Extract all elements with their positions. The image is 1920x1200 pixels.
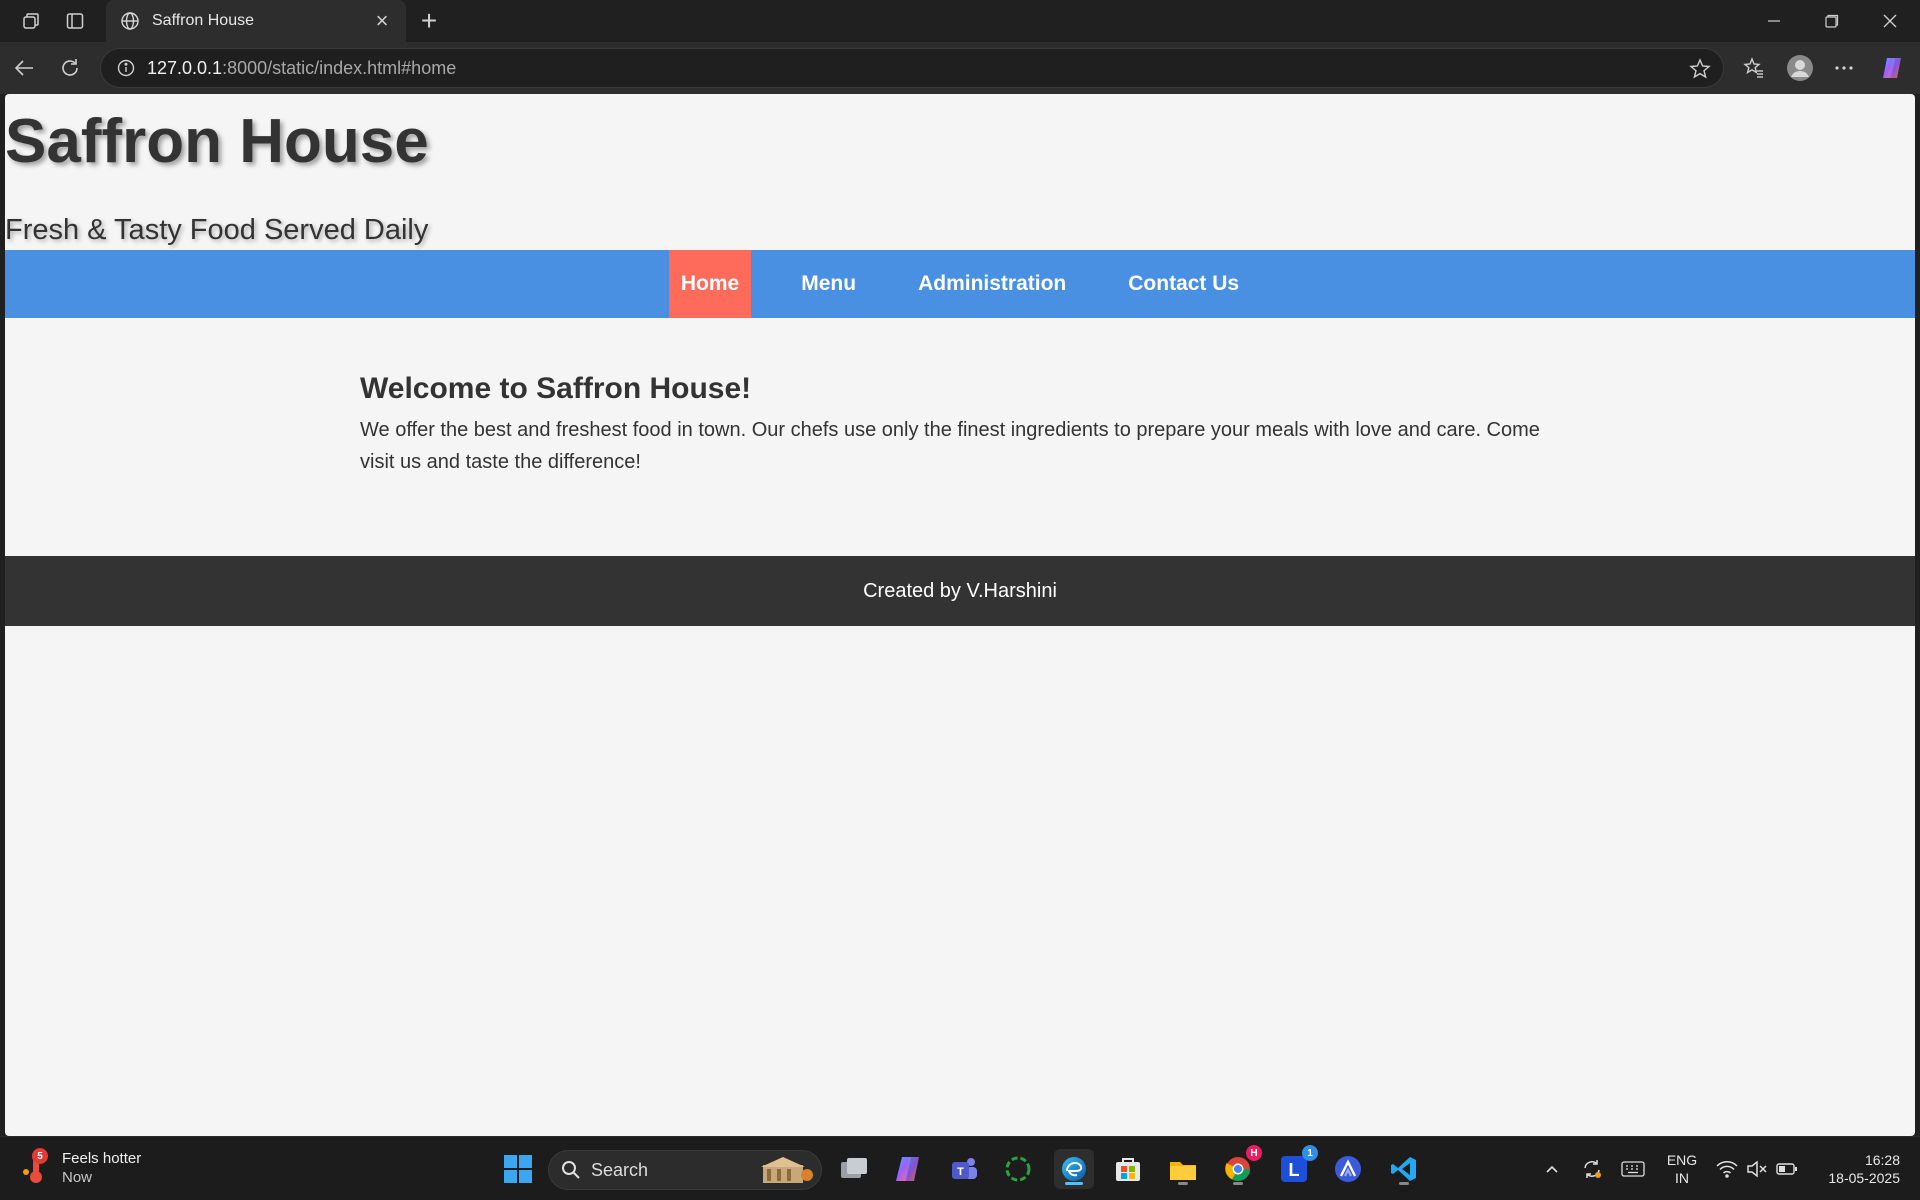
keyboard-icon[interactable] — [1618, 1149, 1648, 1189]
chrome-icon[interactable]: H — [1218, 1145, 1262, 1189]
weather-widget[interactable]: 5 Feels hotter Now — [22, 1148, 142, 1187]
input-language[interactable]: ENG IN — [1660, 1151, 1704, 1187]
start-windows-icon[interactable] — [498, 1149, 538, 1189]
footer-credit: Created by V.Harshini — [863, 579, 1057, 602]
copilot-app-icon[interactable] — [888, 1149, 928, 1189]
site-header: Saffron House Fresh & Tasty Food Served … — [5, 94, 1915, 247]
battery-icon[interactable] — [1774, 1149, 1800, 1189]
search-placeholder: Search — [591, 1159, 649, 1180]
globe-icon — [118, 9, 142, 33]
loading-ring-app-icon[interactable] — [998, 1149, 1038, 1189]
close-tab-icon[interactable]: × — [370, 8, 394, 34]
workspaces-icon[interactable] — [14, 6, 48, 36]
clock-time: 16:28 — [1864, 1152, 1900, 1168]
teams-icon[interactable]: T — [944, 1149, 984, 1189]
browser-tab-active[interactable]: Saffron House × — [106, 0, 406, 42]
site-info-icon[interactable] — [115, 57, 137, 79]
new-tab-button[interactable]: + — [412, 4, 446, 38]
welcome-section: Welcome to Saffron House! We offer the b… — [360, 372, 1560, 478]
svg-text:L: L — [1289, 1160, 1300, 1180]
l-app-icon[interactable]: L 1 — [1274, 1145, 1318, 1189]
thermometer-icon: 5 — [22, 1148, 50, 1186]
weather-subtitle: Now — [62, 1169, 93, 1186]
profile-avatar-icon[interactable] — [1784, 52, 1816, 84]
more-options-icon[interactable] — [1828, 52, 1860, 84]
vertical-tabs-icon[interactable] — [58, 6, 92, 36]
nav-menu-link[interactable]: Menu — [789, 250, 868, 318]
favorites-icon[interactable] — [1738, 52, 1770, 84]
clock-date: 18-05-2025 — [1828, 1170, 1900, 1186]
weather-badge: 5 — [32, 1148, 48, 1164]
chrome-profile-badge: H — [1246, 1145, 1262, 1161]
site-footer: Created by V.Harshini — [5, 556, 1915, 626]
clock[interactable]: 16:28 18-05-2025 — [1810, 1151, 1900, 1187]
region-code: IN — [1675, 1170, 1689, 1186]
triangle-app-icon[interactable] — [1328, 1149, 1368, 1189]
close-window-icon[interactable] — [1862, 0, 1918, 42]
refresh-icon[interactable] — [54, 52, 86, 84]
wifi-icon[interactable] — [1714, 1149, 1740, 1189]
file-explorer-icon[interactable] — [1163, 1149, 1203, 1189]
open-indicator — [1178, 1182, 1188, 1185]
page-viewport: Saffron House Fresh & Tasty Food Served … — [5, 94, 1915, 1136]
open-indicator — [1399, 1182, 1409, 1185]
minimize-icon[interactable] — [1746, 0, 1802, 42]
nav-administration-link[interactable]: Administration — [906, 250, 1078, 318]
task-view-icon[interactable] — [834, 1149, 874, 1189]
tab-title: Saffron House — [152, 12, 254, 29]
nav-contact-link[interactable]: Contact Us — [1116, 250, 1251, 318]
site-title: Saffron House — [5, 107, 429, 176]
restore-icon[interactable] — [1804, 0, 1860, 42]
show-hidden-icons-chevron-icon[interactable] — [1540, 1149, 1564, 1189]
address-bar[interactable]: 127.0.0.1:8000/static/index.html#home — [100, 48, 1724, 88]
taskbar: 5 Feels hotter Now Search T H L 1 ENG IN… — [0, 1136, 1920, 1200]
weather-title: Feels hotter — [62, 1150, 142, 1167]
copilot-icon[interactable] — [1876, 52, 1908, 84]
nav-home-link[interactable]: Home — [668, 250, 752, 318]
store-icon[interactable] — [1108, 1149, 1148, 1189]
l-app-badge: 1 — [1302, 1145, 1318, 1161]
url-path: :8000/static/index.html#home — [222, 57, 457, 78]
search-highlight-icon — [757, 1155, 813, 1190]
welcome-text: We offer the best and freshest food in t… — [360, 419, 1540, 473]
active-indicator — [1065, 1182, 1083, 1185]
favorite-star-icon[interactable] — [1689, 58, 1711, 85]
vscode-icon[interactable] — [1384, 1149, 1424, 1189]
open-indicator — [1233, 1182, 1243, 1185]
browser-titlebar: Saffron House × + — [0, 0, 1920, 42]
welcome-heading: Welcome to Saffron House! — [360, 372, 752, 405]
svg-text:T: T — [957, 1166, 964, 1178]
search-icon — [561, 1160, 581, 1180]
sync-icon[interactable] — [1578, 1149, 1606, 1189]
language-code: ENG — [1666, 1152, 1698, 1168]
edge-browser-icon[interactable] — [1054, 1149, 1094, 1189]
volume-muted-icon[interactable] — [1744, 1149, 1770, 1189]
url-host: 127.0.0.1 — [147, 57, 223, 78]
site-tagline: Fresh & Tasty Food Served Daily — [5, 214, 429, 246]
back-icon[interactable] — [8, 52, 40, 84]
browser-toolbar: 127.0.0.1:8000/static/index.html#home — [0, 42, 1920, 94]
taskbar-search[interactable]: Search — [548, 1150, 822, 1190]
main-nav: Home Menu Administration Contact Us — [5, 250, 1915, 318]
